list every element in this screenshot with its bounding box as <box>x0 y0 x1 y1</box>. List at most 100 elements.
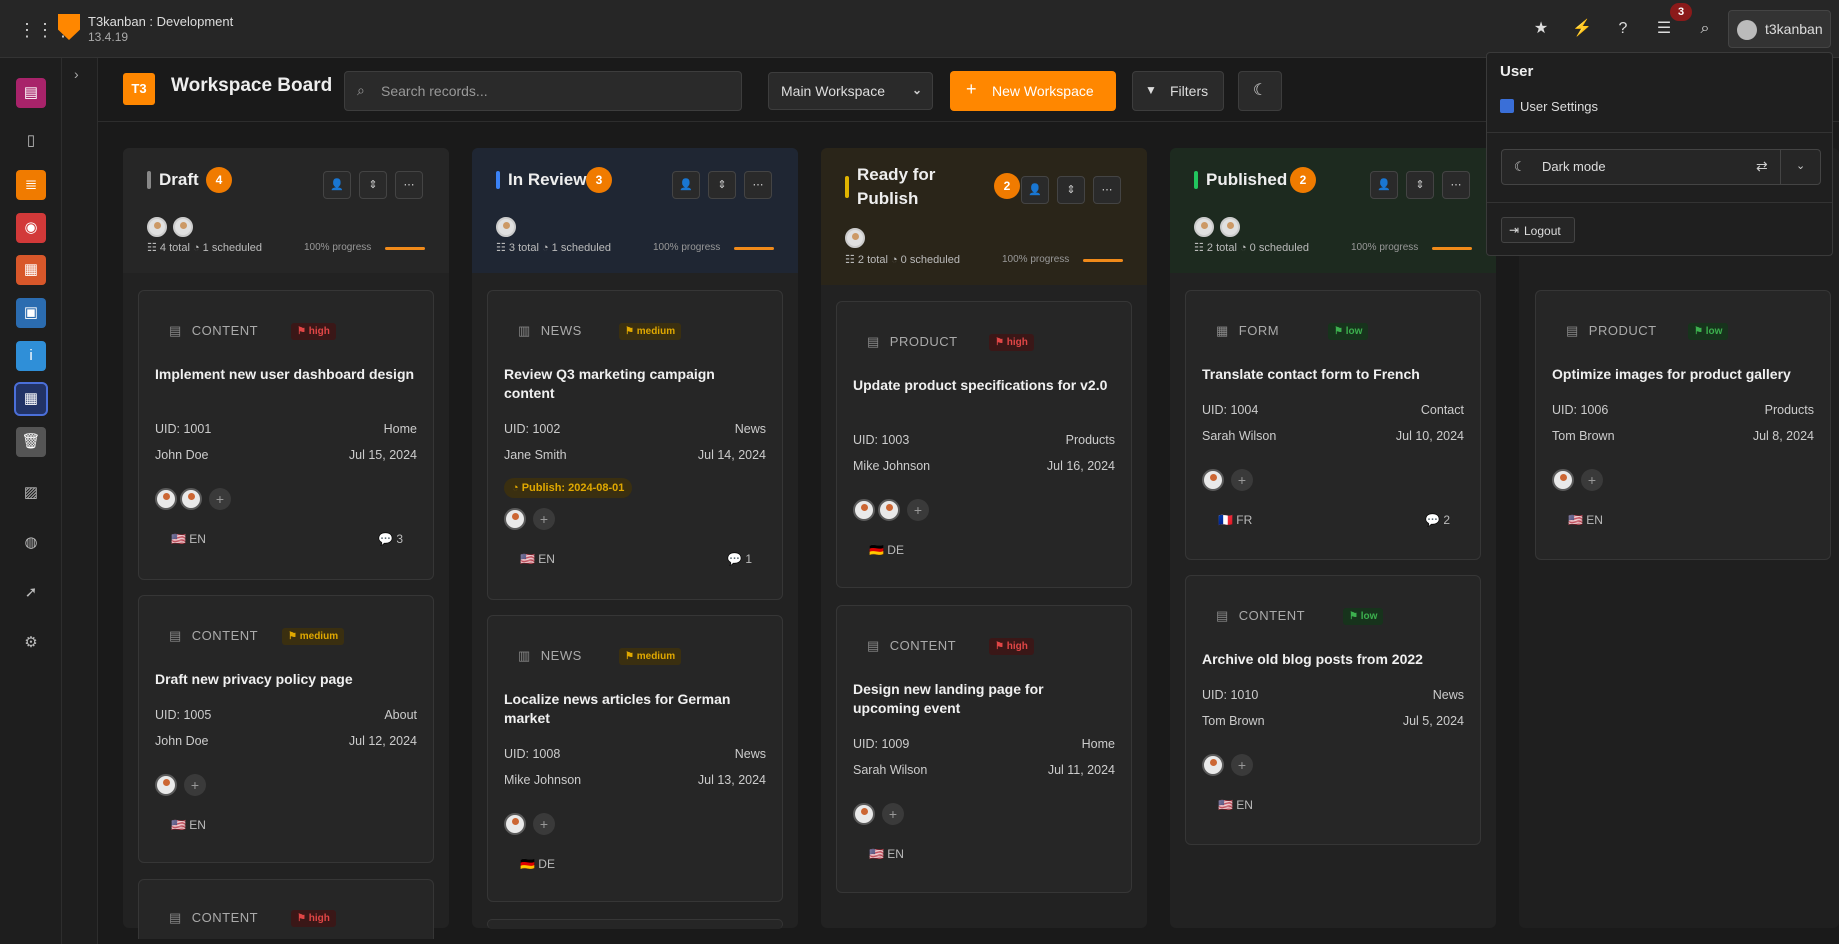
search-icon[interactable]: ⌕ <box>1693 17 1717 41</box>
news-icon: ▥ <box>518 648 531 663</box>
card-author-row: Tom Brown Jul 8, 2024 <box>1552 429 1814 443</box>
more-button[interactable]: ⋯ <box>1093 176 1121 204</box>
column-count-badge: 2 <box>1290 167 1316 193</box>
avatar <box>496 217 516 237</box>
sort-button[interactable]: ⇕ <box>359 171 387 199</box>
column-in-review: In Review 3 👤 ⇕ ⋯ ☷ 3 total ◔ 1 schedule… <box>472 148 798 929</box>
kanban-card[interactable]: ▤ PRODUCT ⚑ low Optimize images for produ… <box>1535 290 1831 560</box>
card-language: 🇩🇪 DE <box>520 857 555 871</box>
column-progress-bar <box>385 247 425 250</box>
card-title: Localize news articles for German market <box>504 691 731 726</box>
app-grid-icon[interactable]: ⋮⋮⋮ <box>18 18 72 42</box>
info-module-icon[interactable]: i <box>16 341 46 371</box>
chevron-down-icon: ⌄ <box>911 83 922 97</box>
priority-badge: ⚑ high <box>989 334 1034 351</box>
card-assignees: + <box>1202 754 1253 776</box>
assign-user-button[interactable]: 👤 <box>672 171 700 199</box>
column-progress-label: 100% progress <box>1351 242 1419 253</box>
column-archived: ▤ PRODUCT ⚑ low Optimize images for produ… <box>1519 148 1839 928</box>
task-list-icon[interactable]: ☰ <box>1652 17 1676 41</box>
add-assignee-button[interactable]: + <box>184 774 206 796</box>
filters-label: Filters <box>1170 83 1209 99</box>
kanban-card[interactable]: ▤ CONTENT ⚑ high Design new landing page … <box>836 605 1132 893</box>
column-title: Published <box>1206 170 1288 189</box>
more-button[interactable]: ⋯ <box>395 171 423 199</box>
priority-badge: ⚑ medium <box>282 628 345 645</box>
app-title: T3kanban : Development <box>88 14 234 29</box>
add-assignee-button[interactable]: + <box>533 813 555 835</box>
view-module-icon[interactable]: ◉ <box>16 213 46 243</box>
sort-button[interactable]: ⇕ <box>1406 171 1434 199</box>
gear-icon[interactable]: ⚙ <box>16 628 46 658</box>
kanban-card[interactable]: ▦ FORM ⚑ low Translate contact form to Fr… <box>1185 290 1481 560</box>
kanban-card[interactable]: ▥ NEWS ⚑ medium Review Q3 marketing campa… <box>487 290 783 600</box>
chevron-right-icon[interactable]: › <box>74 66 79 82</box>
card-title: Translate contact form to French <box>1202 366 1420 382</box>
user-name: t3kanban <box>1765 21 1823 37</box>
card-language: 🇺🇸 EN <box>520 552 555 566</box>
card-type: ▥ NEWS <box>518 323 582 338</box>
list-module-icon[interactable]: ≣ <box>16 170 46 200</box>
kanban-card[interactable]: ▤ CONTENT ⚑ medium Draft new privacy poli… <box>138 595 434 863</box>
more-button[interactable]: ⋯ <box>744 171 772 199</box>
kanban-card[interactable]: ▤ PRODUCT ⚑ high Update product specifica… <box>836 301 1132 588</box>
add-assignee-button[interactable]: + <box>1581 469 1603 491</box>
logout-button[interactable]: ⇥ Logout <box>1501 217 1575 243</box>
image-icon[interactable]: ▨ <box>16 478 46 508</box>
assign-user-button[interactable]: 👤 <box>323 171 351 199</box>
forms-module-icon[interactable]: ▣ <box>16 298 46 328</box>
filters-button[interactable]: ▼ Filters <box>1132 71 1224 111</box>
avatar <box>180 488 202 510</box>
assign-user-button[interactable]: 👤 <box>1021 176 1049 204</box>
lightning-icon[interactable]: ⚡ <box>1570 17 1594 41</box>
card-type: ▥ NEWS <box>518 648 582 663</box>
publish-date-badge: ◔ Publish: 2024-08-01 <box>504 478 633 498</box>
sort-button[interactable]: ⇕ <box>708 171 736 199</box>
workspace-select[interactable]: Main Workspace ⌄ <box>768 72 933 110</box>
card-assignees: + <box>853 803 904 825</box>
bookmark-star-icon[interactable]: ★ <box>1529 17 1553 41</box>
globe-icon[interactable]: ◍ <box>16 528 46 558</box>
workspace-select-value: Main Workspace <box>781 83 886 99</box>
card-title: Draft new privacy policy page <box>155 671 353 687</box>
switch-icon[interactable]: ⇄ <box>1756 158 1768 175</box>
user-settings-link[interactable]: User Settings <box>1500 99 1598 114</box>
card-title: Optimize images for product gallery <box>1552 366 1791 382</box>
file-icon[interactable]: ▯ <box>16 126 46 156</box>
add-assignee-button[interactable]: + <box>907 499 929 521</box>
help-icon[interactable]: ? <box>1611 17 1635 41</box>
column-stats: ☷ 2 total ◔ 0 scheduled <box>1194 242 1309 254</box>
rocket-icon[interactable]: ➚ <box>16 578 46 608</box>
page-module-icon[interactable]: ▤ <box>16 78 46 108</box>
add-assignee-button[interactable]: + <box>1231 754 1253 776</box>
sort-button[interactable]: ⇕ <box>1057 176 1085 204</box>
records-module-icon[interactable]: ▦ <box>16 255 46 285</box>
user-menu-button[interactable]: t3kanban <box>1728 10 1831 48</box>
new-workspace-button[interactable]: + New Workspace <box>950 71 1116 111</box>
theme-toggle-button[interactable]: ☾ <box>1238 71 1282 111</box>
kanban-card[interactable]: ▥ NEWS ⚑ medium Localize news articles fo… <box>487 615 783 902</box>
card-assignees: + <box>853 499 929 521</box>
dark-mode-select[interactable]: ☾ Dark mode ⇄ ⌄ <box>1501 149 1821 185</box>
add-assignee-button[interactable]: + <box>209 488 231 510</box>
card-type: ▤ CONTENT <box>169 628 259 643</box>
card-title: Archive old blog posts from 2022 <box>1202 651 1423 667</box>
chevron-down-icon[interactable]: ⌄ <box>1796 159 1805 172</box>
avatar <box>504 508 526 530</box>
add-assignee-button[interactable]: + <box>1231 469 1253 491</box>
assign-user-button[interactable]: 👤 <box>1370 171 1398 199</box>
search-input[interactable] <box>381 80 721 102</box>
card-assignees: + <box>155 488 231 510</box>
kanban-card[interactable]: ▤ CONTENT ⚑ high <box>138 879 434 939</box>
kanban-module-icon[interactable]: ▦ <box>14 382 48 416</box>
kanban-card[interactable]: ▤ CONTENT ⚑ low Archive old blog posts fr… <box>1185 575 1481 845</box>
add-assignee-button[interactable]: + <box>882 803 904 825</box>
card-comments: 💬 3 <box>378 532 403 546</box>
add-assignee-button[interactable]: + <box>533 508 555 530</box>
more-button[interactable]: ⋯ <box>1442 171 1470 199</box>
trash-module-icon[interactable]: 🗑 <box>16 427 46 457</box>
form-icon: ▦ <box>1216 323 1229 338</box>
content-icon: ▤ <box>1216 608 1229 623</box>
kanban-card[interactable]: ▤ CONTENT ⚑ high Implement new user dashb… <box>138 290 434 580</box>
kanban-card[interactable] <box>487 919 783 929</box>
